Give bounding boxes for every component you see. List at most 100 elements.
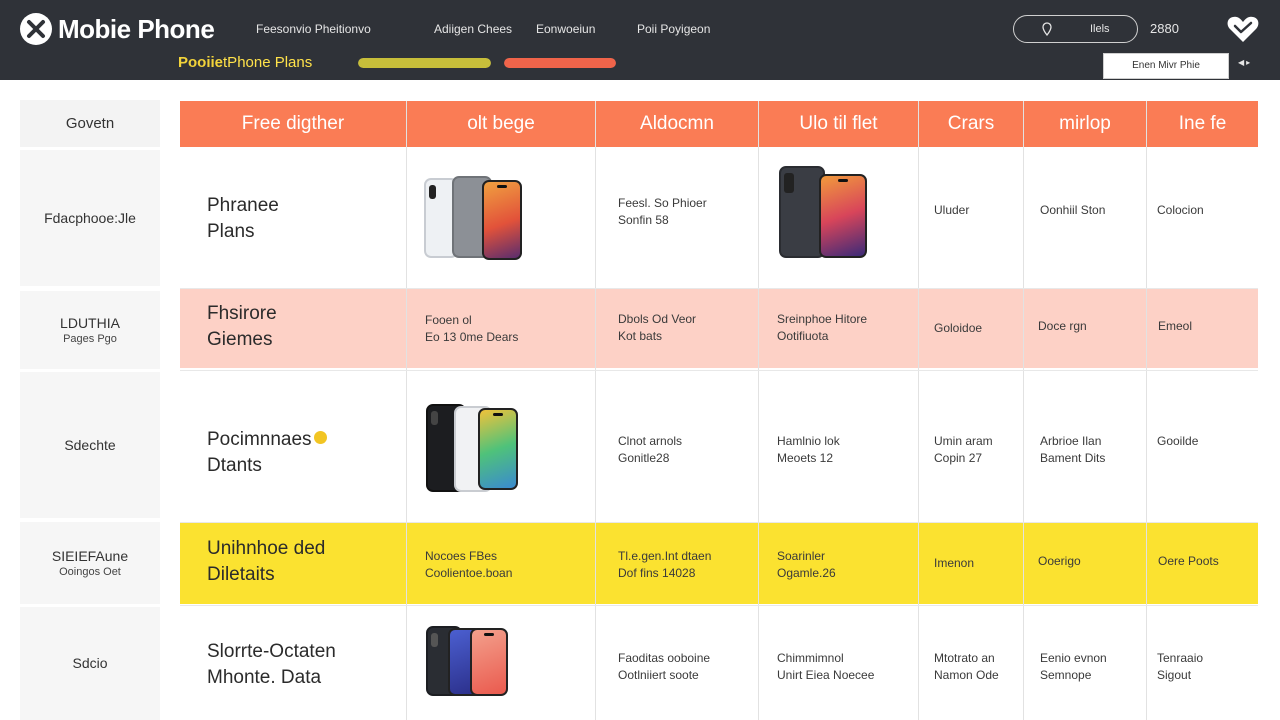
cell-line: Copin 27 [934,451,983,465]
close-icon[interactable] [20,13,52,45]
nav-link-2[interactable]: Adiigen Chees [434,22,512,36]
cell-line: Sigout [1157,668,1192,682]
cell-r3-c3: Clnot arnols Gonitle28 [618,433,682,467]
cell-r5-c5: Mtotrato an Namon Ode [934,650,999,684]
column-header-1[interactable]: Free digther [180,101,406,147]
row-title-2[interactable]: Fhsirore Giemes [207,301,277,353]
side-label-row-1[interactable]: Fdacphooe:Jle [20,150,160,286]
pager-arrows-icon[interactable]: ◀▸ [1238,58,1252,68]
grid-line [180,605,1258,606]
grid-line [758,101,759,720]
cell-r5-c3: Faoditas ooboine Ootlniiert soote [618,650,710,684]
cell-line: Meoets 12 [777,451,834,465]
side-label-row-4[interactable]: SIEIEFAune Ooingos Oet [20,522,160,604]
cell-line: Coolientoe.boan [425,566,513,580]
cell-line: Sonfin 58 [618,213,669,227]
cell-line: Soarinler [777,549,826,563]
cell-r2-c7: Emeol [1158,319,1193,333]
side-label-secondary: Pages Pgo [63,332,117,345]
row-title-line: Giemes [207,329,273,350]
cell-line: Mtotrato an [934,651,995,665]
cell-r1-c3: Feesl. So Phioer Sonfin 58 [618,195,707,229]
phone-image-dark-purple-orange [779,166,871,260]
column-header-6[interactable]: mirlop [1024,101,1146,147]
cell-line: Ogamle.26 [777,566,836,580]
side-label-row-3[interactable]: Sdechte [20,372,160,518]
cell-line: Dbols Od Veor [618,312,697,326]
cell-line: Kot bats [618,329,663,343]
nav-link-1[interactable]: Feesonvio Pheitionvo [256,22,371,36]
cell-r4-c2: Nocoes FBes Coolientoe.boan [425,548,512,582]
row-title-3[interactable]: Pocimnnaes Dtants [207,427,327,479]
column-header-3[interactable]: Aldocmn [596,101,758,147]
cell-r2-c3: Dbols Od Veor Kot bats [618,311,696,345]
cell-line: Feesl. So Phioer [618,196,707,210]
grid-line [180,288,1258,289]
pin-icon [1042,22,1052,36]
corner-label-cell: Govetn [20,100,160,147]
nav-link-4[interactable]: Poii Poyigeon [637,22,710,36]
heart-icon[interactable] [1226,14,1260,44]
row-title-line: Diletaits [207,564,275,585]
nav-link-3[interactable]: Eonwoeiun [536,22,595,36]
cell-line: Arbrioe Ilan [1040,434,1102,448]
grid-line [406,101,407,720]
row-title-line: Pocimnnaes [207,427,327,453]
progress-fill-2 [504,58,616,68]
row-title-1[interactable]: Phranee Plans [207,193,279,245]
side-label-row-5[interactable]: Sdcio [20,607,160,720]
cell-line: Gonitle28 [618,451,670,465]
cell-line: Sreinphoe Hitore [777,312,868,326]
grid-line [918,101,919,720]
grid-line [1146,101,1147,720]
side-label-primary: Fdacphooe:Jle [44,209,136,226]
cell-line: Ootifiuota [777,329,829,343]
plan-select-dropdown[interactable]: Enen Mivr Phie [1103,53,1229,79]
column-header-2[interactable]: olt bege [407,101,595,147]
cell-r4-c3: Tl.e.gen.Int dtaen Dof fins 14028 [618,548,711,582]
row-highlight-4 [180,523,1258,604]
grid-line [180,370,1258,371]
side-label-primary: Sdcio [72,655,108,671]
side-label-primary: LDUTHIA [60,314,120,331]
row-title-line: Unihnhoe ded [207,538,326,559]
column-header-5[interactable]: Crars [919,101,1023,147]
cell-r4-c6: Ooerigo [1038,554,1081,568]
pill-label: Ilels [1090,23,1110,35]
page-subtitle: PooiietPhone Plans [178,54,312,72]
row-title-4[interactable]: Unihnhoe ded Diletaits [207,536,325,588]
cell-r2-c5: Goloidoe [934,321,983,335]
cell-line: Chimmimnol [777,651,844,665]
row-title-line: Dtants [207,455,262,476]
phone-image-black-white-green [424,402,520,494]
cell-r5-c6: Eenio evnon Semnope [1040,650,1107,684]
cell-line: Unirt Eiea Noecee [777,668,875,682]
cell-line: Ootlniiert soote [618,668,699,682]
progress-bar-2 [504,58,616,68]
status-dot-icon [313,431,327,444]
cell-line: Nocoes FBes [425,549,498,563]
cell-line: Hamlnio lok [777,434,840,448]
cell-r3-c7: Gooilde [1157,434,1199,448]
app-title: Mobie Phone [58,14,215,44]
column-header-7[interactable]: Ine fe [1147,101,1258,147]
location-pill-button[interactable]: Ilels [1013,15,1138,43]
cell-line: Namon Ode [934,668,999,682]
row-title-5[interactable]: Slorrte-Octaten Mhonte. Data [207,639,336,691]
side-label-primary: Sdechte [64,436,116,453]
side-label-row-2[interactable]: LDUTHIA Pages Pgo [20,291,160,369]
cell-r3-c6: Arbrioe Ilan Bament Dits [1040,433,1105,467]
cell-line: Eenio evnon [1040,651,1107,665]
cell-r2-c4: Sreinphoe Hitore Ootifiuota [777,311,867,345]
cell-r2-c2: Fooen ol Eo 13 0me Dears [425,312,518,346]
side-label-secondary: Ooingos Oet [59,565,121,578]
row-title-line: Phranee [207,195,279,216]
grid-line [1023,101,1024,720]
cell-line: Clnot arnols [618,434,683,448]
cell-r3-c5: Umin aram Copin 27 [934,433,993,467]
cell-r5-c4: Chimmimnol Unirt Eiea Noecee [777,650,874,684]
cell-line: Bament Dits [1040,451,1106,465]
cell-r2-c6: Doce rgn [1038,319,1087,333]
cell-line: Umin aram [934,434,993,448]
column-header-4[interactable]: Ulo til flet [759,101,918,147]
